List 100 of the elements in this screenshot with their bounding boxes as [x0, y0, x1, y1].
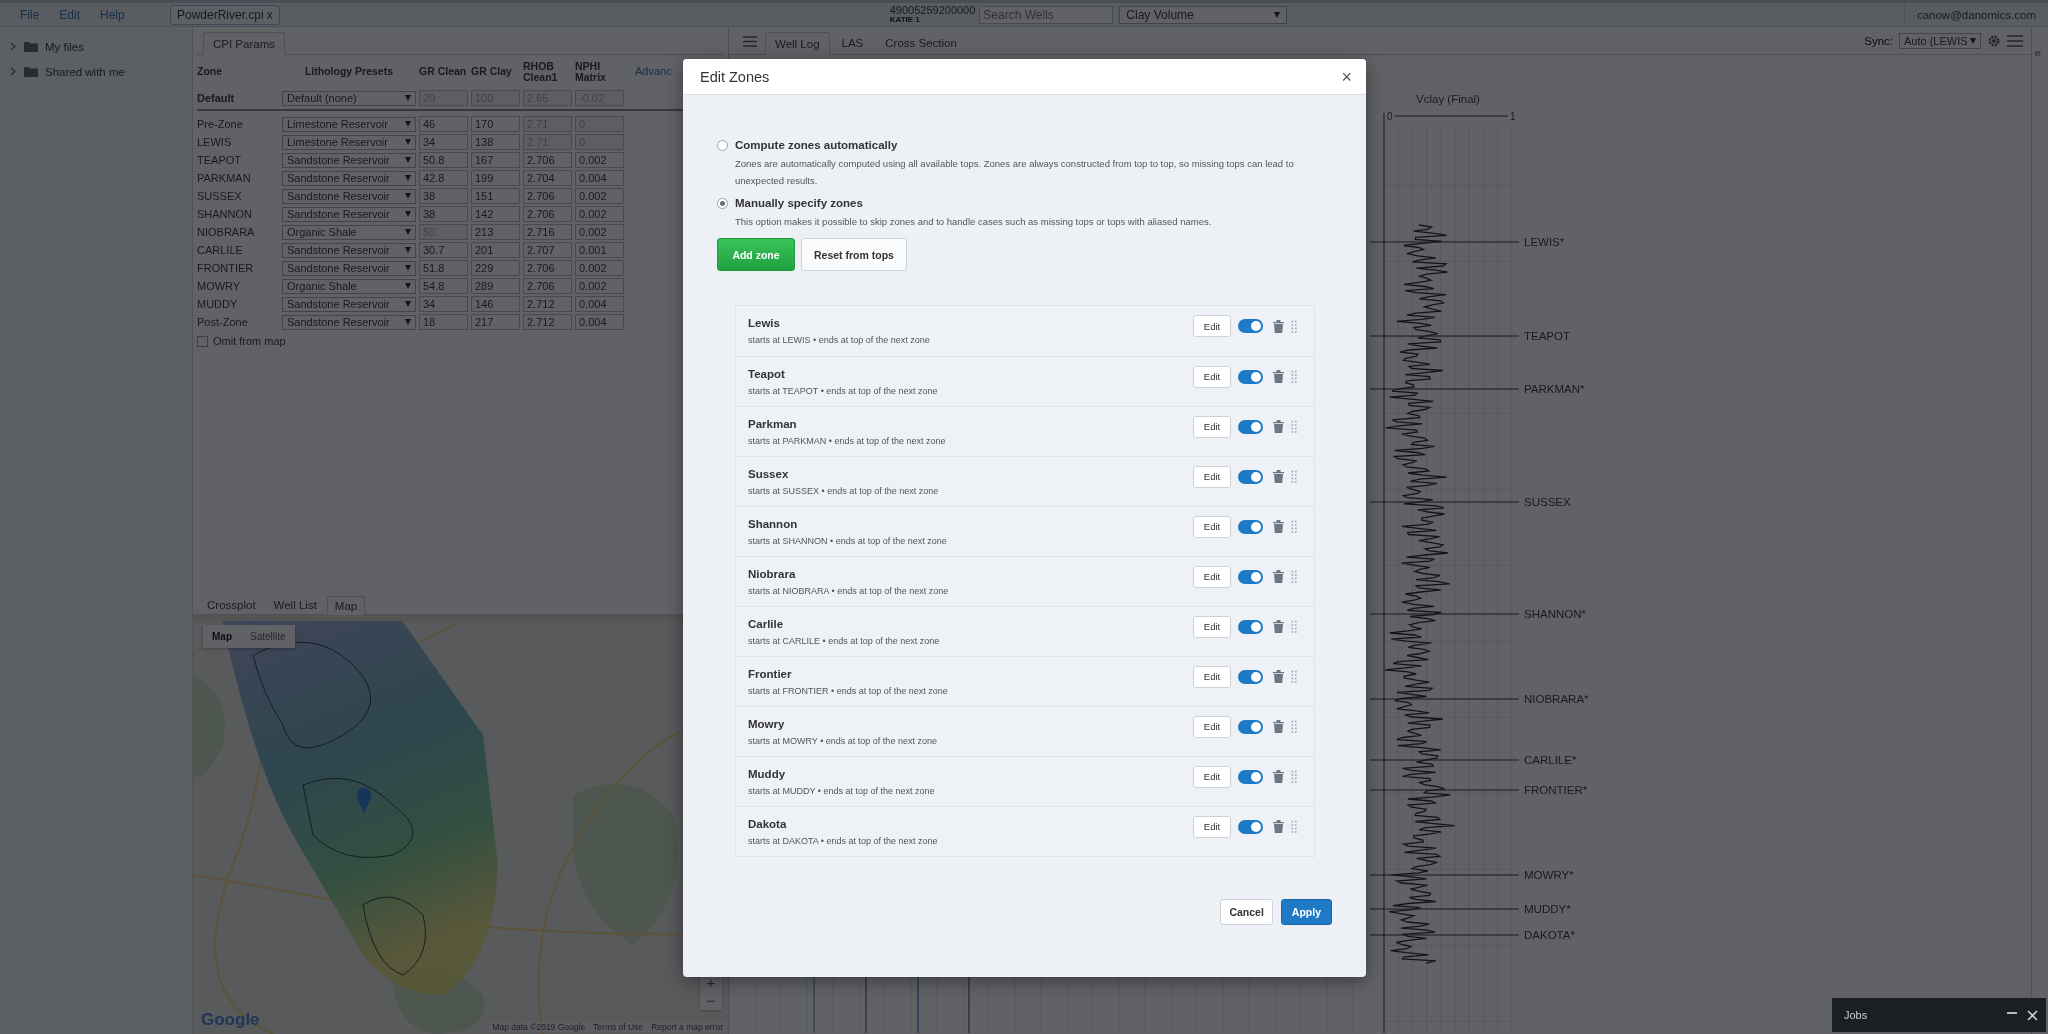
radio-button[interactable]	[717, 139, 728, 151]
value-field[interactable]: 50.8	[419, 152, 468, 168]
value-field[interactable]: 34	[419, 296, 468, 312]
radio-button[interactable]	[717, 197, 728, 209]
preset-select[interactable]: Sandstone Reservoir	[282, 188, 416, 204]
value-field[interactable]: 30.7	[419, 242, 468, 258]
file-tab[interactable]: PowderRiver.cpi x	[170, 4, 280, 25]
toggle-switch[interactable]	[1238, 619, 1263, 634]
value-field[interactable]: 0.004	[575, 314, 624, 330]
tab[interactable]: CPI Params	[203, 32, 285, 55]
value-field[interactable]: 142	[471, 206, 520, 222]
value-field[interactable]: 2.707	[523, 242, 572, 258]
value-field[interactable]: 2.706	[523, 152, 572, 168]
value-field[interactable]: 0.002	[575, 206, 624, 222]
sync-select[interactable]: Auto (LEWIS	[1899, 32, 1981, 49]
cancel-button[interactable]: Cancel	[1220, 899, 1273, 925]
option-label[interactable]: Manually specify zones	[735, 197, 863, 209]
menu-item[interactable]: Edit	[49, 7, 91, 22]
sidebar-item[interactable]: My files	[0, 34, 192, 59]
advanced-link[interactable]: Advanc	[635, 66, 672, 78]
value-field[interactable]: 0.002	[575, 152, 624, 168]
value-field[interactable]: 217	[471, 314, 520, 330]
value-field[interactable]: 2.706	[523, 206, 572, 222]
value-field[interactable]: 38	[419, 206, 468, 222]
close-button[interactable]: x	[266, 7, 273, 22]
value-field[interactable]: 0.001	[575, 242, 624, 258]
edit-button[interactable]: Edit	[1193, 765, 1231, 788]
value-field[interactable]: 2.706	[523, 260, 572, 276]
toggle-switch[interactable]	[1238, 519, 1263, 534]
toggle-switch[interactable]	[1238, 319, 1263, 333]
preset-select[interactable]: Organic Shale	[282, 278, 416, 294]
preset-select[interactable]: Sandstone Reservoir	[282, 242, 416, 258]
value-field[interactable]: 42.8	[419, 170, 468, 186]
value-field[interactable]: 199	[471, 170, 520, 186]
value-field[interactable]: 2.706	[523, 188, 572, 204]
value-field[interactable]: 2.704	[523, 170, 572, 186]
checkbox-label[interactable]: Omit from map	[213, 335, 286, 347]
reset-button[interactable]: Reset from tops	[801, 238, 907, 271]
preset-select[interactable]: Sandstone Reservoir	[282, 296, 416, 312]
value-field[interactable]: 0.002	[575, 260, 624, 276]
value-field[interactable]: 213	[471, 224, 520, 240]
map-type-button[interactable]: Satellite	[241, 625, 295, 648]
edit-button[interactable]: Edit	[1193, 515, 1231, 538]
value-field[interactable]: 18	[419, 314, 468, 330]
tab[interactable]: Well Log	[765, 32, 830, 55]
value-field[interactable]: 54.8	[419, 278, 468, 294]
value-field[interactable]: 51.8	[419, 260, 468, 276]
preset-select[interactable]: Sandstone Reservoir	[282, 206, 416, 222]
edit-button[interactable]: Edit	[1193, 665, 1231, 688]
edit-button[interactable]: Edit	[1193, 315, 1231, 337]
add-zone-button[interactable]: Add zone	[717, 238, 795, 271]
toggle-switch[interactable]	[1238, 769, 1263, 784]
value-field[interactable]: 2.712	[523, 314, 572, 330]
value-field[interactable]: 0.004	[575, 170, 624, 186]
edit-button[interactable]: Edit	[1193, 465, 1231, 488]
preset-select[interactable]: Limestone Reservoir	[282, 134, 416, 150]
toggle-switch[interactable]	[1238, 569, 1263, 584]
menu-item[interactable]: Help	[90, 7, 135, 22]
preset-select[interactable]: Sandstone Reservoir	[282, 170, 416, 186]
value-field[interactable]: 2.712	[523, 296, 572, 312]
tab[interactable]: Well List	[265, 595, 325, 614]
tab[interactable]: Map	[326, 596, 366, 615]
zoom-button[interactable]: −	[700, 992, 722, 1010]
edit-button[interactable]: Edit	[1193, 715, 1231, 738]
tab[interactable]: Crossplot	[199, 595, 264, 614]
value-field[interactable]: 38	[419, 188, 468, 204]
edit-button[interactable]: Edit	[1193, 415, 1231, 438]
preset-select[interactable]: Sandstone Reservoir	[282, 260, 416, 276]
toggle-switch[interactable]	[1238, 669, 1263, 684]
value-field[interactable]: 289	[471, 278, 520, 294]
map-type-button[interactable]: Map	[203, 625, 241, 648]
tab[interactable]: Cross Section	[875, 31, 967, 54]
toggle-switch[interactable]	[1238, 719, 1263, 734]
preset-select[interactable]: Limestone Reservoir	[282, 116, 416, 132]
tab-label[interactable]: PowderRiver.cpi	[177, 7, 264, 22]
value-field[interactable]: 0.004	[575, 296, 624, 312]
value-field[interactable]: 46	[419, 116, 468, 132]
value-field[interactable]: 34	[419, 134, 468, 150]
preset-select[interactable]: Sandstone Reservoir	[282, 152, 416, 168]
value-field[interactable]: 146	[471, 296, 520, 312]
menu-item[interactable]: File	[10, 7, 50, 22]
checkbox[interactable]	[197, 335, 208, 347]
toggle-switch[interactable]	[1238, 469, 1263, 484]
preset-select[interactable]: Organic Shale	[282, 224, 416, 240]
close-button[interactable]: ×	[1341, 67, 1352, 86]
value-field[interactable]: 138	[471, 134, 520, 150]
toggle-switch[interactable]	[1238, 419, 1263, 434]
value-field[interactable]: 170	[471, 116, 520, 132]
value-field[interactable]: 0.002	[575, 278, 624, 294]
collapse-button[interactable]: «	[2032, 27, 2048, 60]
zoom-button[interactable]: +	[700, 974, 722, 992]
edit-button[interactable]: Edit	[1193, 815, 1231, 838]
value-field[interactable]: 2.706	[523, 278, 572, 294]
toggle-switch[interactable]	[1238, 369, 1263, 384]
preset-select[interactable]: Default (none)	[282, 90, 416, 106]
apply-button[interactable]: Apply	[1280, 899, 1332, 925]
preset-select[interactable]: Sandstone Reservoir	[282, 314, 416, 330]
value-field[interactable]: 229	[471, 260, 520, 276]
edit-button[interactable]: Edit	[1193, 565, 1231, 588]
value-field[interactable]: 2.716	[523, 224, 572, 240]
